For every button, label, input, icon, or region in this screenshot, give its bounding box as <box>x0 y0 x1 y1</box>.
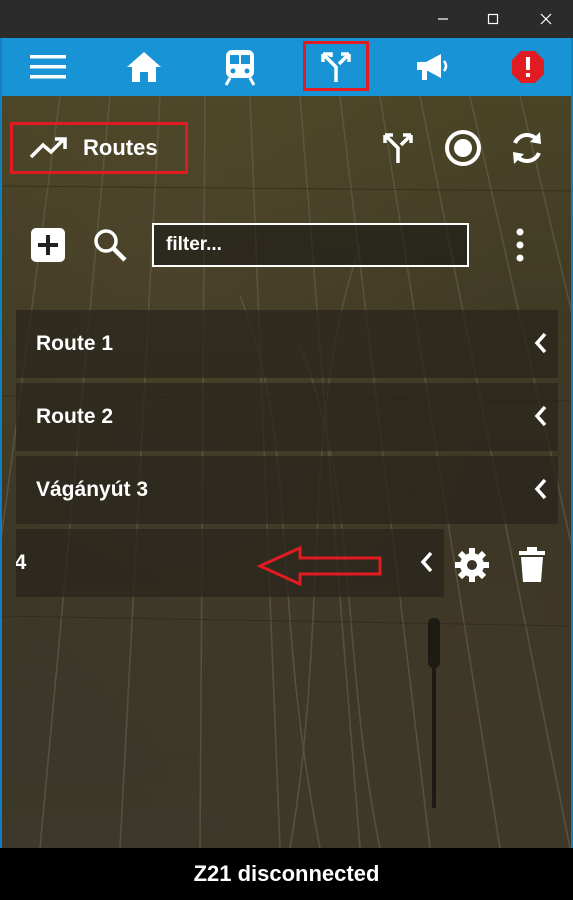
status-bar: Z21 disconnected <box>0 848 573 900</box>
chevron-left-icon[interactable] <box>534 405 548 433</box>
menu-icon[interactable] <box>16 38 80 96</box>
chevron-left-icon[interactable] <box>534 478 548 506</box>
list-item[interactable]: Route 1 <box>16 310 558 378</box>
connection-status: Z21 disconnected <box>193 861 380 886</box>
minimize-icon[interactable] <box>420 0 466 38</box>
trending-up-icon <box>29 136 69 160</box>
fork-icon[interactable] <box>374 122 422 174</box>
add-icon[interactable] <box>26 220 70 270</box>
maximize-icon[interactable] <box>470 0 516 38</box>
filter-input[interactable] <box>152 223 469 267</box>
close-icon[interactable] <box>523 0 569 38</box>
page-title: Routes <box>10 122 188 174</box>
refresh-icon[interactable] <box>503 122 551 174</box>
route-label: Route 1 <box>36 332 114 355</box>
delete-icon[interactable] <box>508 540 556 590</box>
train-icon[interactable] <box>208 38 272 96</box>
record-icon[interactable] <box>439 122 487 174</box>
alert-icon[interactable] <box>496 38 560 96</box>
more-vertical-icon[interactable] <box>498 220 542 270</box>
list-item[interactable]: Vágányút 3 <box>16 456 558 524</box>
route-label: Vágányút 3 <box>36 478 149 501</box>
chevron-left-icon[interactable] <box>534 332 548 360</box>
chevron-left-icon[interactable] <box>420 551 434 579</box>
search-icon[interactable] <box>88 220 132 270</box>
main-nav <box>0 38 573 96</box>
window-titlebar <box>0 0 573 38</box>
window-edge-left <box>0 96 2 848</box>
route-label: ıt 4 <box>16 551 27 574</box>
home-icon[interactable] <box>112 38 176 96</box>
annotation-arrow-icon <box>256 545 386 592</box>
active-nav-highlight <box>303 41 369 91</box>
route-label: Route 2 <box>36 405 114 428</box>
list-item[interactable]: Route 2 <box>16 383 558 451</box>
megaphone-icon[interactable] <box>400 38 464 96</box>
settings-icon[interactable] <box>448 540 496 590</box>
page-title-text: Routes <box>83 135 158 160</box>
